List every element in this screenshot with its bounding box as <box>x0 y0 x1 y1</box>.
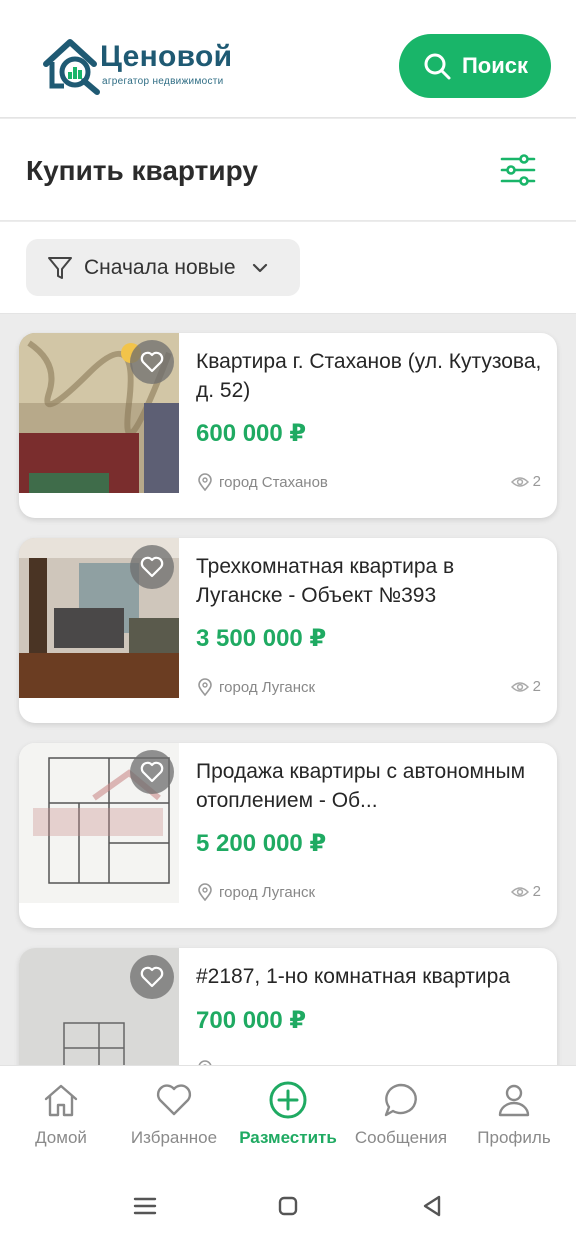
listing-location: город Луганск <box>197 883 315 901</box>
heart-icon <box>140 351 164 373</box>
logo[interactable]: Ценовой агрегатор недвижимости <box>42 34 262 96</box>
sort-dropdown[interactable]: Сначала новые <box>26 239 300 296</box>
listing-view-count: 2 <box>532 678 541 695</box>
favorite-button[interactable] <box>130 545 174 589</box>
favorite-button[interactable] <box>130 340 174 384</box>
listing-view-count: 2 <box>532 473 541 490</box>
listings-list: Квартира г. Стаханов (ул. Кутузова, д. 5… <box>0 315 576 1065</box>
heart-icon <box>140 761 164 783</box>
listing-price: 5 200 000 ₽ <box>196 830 327 857</box>
listing-views: 2 <box>510 883 541 900</box>
heart-icon <box>156 1084 192 1116</box>
listing-price: 3 500 000 ₽ <box>196 625 327 652</box>
back-nav-icon[interactable] <box>417 1191 447 1221</box>
listing-title[interactable]: Квартира г. Стаханов (ул. Кутузова, д. 5… <box>196 347 546 405</box>
listing-card[interactable]: Квартира г. Стаханов (ул. Кутузова, д. 5… <box>19 333 557 518</box>
chat-icon <box>384 1083 417 1117</box>
tab-profile[interactable]: Профиль <box>459 1080 569 1160</box>
location-pin-icon <box>198 678 212 696</box>
bottom-tab-bar: Домой Избранное Разместить Сообщения Про… <box>0 1065 576 1173</box>
sort-label: Сначала новые <box>84 255 236 279</box>
listing-title[interactable]: #2187, 1-но комнатная квартира <box>196 962 546 991</box>
eye-icon <box>510 681 529 692</box>
listing-title[interactable]: Трехкомнатная квартира в Луганске - Объе… <box>196 552 546 610</box>
tab-label: Избранное <box>130 1128 218 1147</box>
heart-icon <box>140 966 164 988</box>
filters-sliders-icon[interactable] <box>500 153 536 187</box>
logo-subtitle: агрегатор недвижимости <box>102 76 224 87</box>
listing-location: город Луганск <box>197 678 315 696</box>
eye-icon <box>510 476 529 487</box>
logo-house-icon <box>43 39 100 95</box>
favorite-button[interactable] <box>130 750 174 794</box>
search-button-label: Поиск <box>461 53 529 78</box>
listing-city: город Луганск <box>219 883 316 901</box>
tab-messages[interactable]: Сообщения <box>346 1080 456 1160</box>
recent-apps-icon[interactable] <box>130 1191 160 1221</box>
listing-view-count: 2 <box>532 883 541 900</box>
location-pin-icon <box>198 883 212 901</box>
heart-icon <box>140 556 164 578</box>
home-nav-icon[interactable] <box>273 1191 303 1221</box>
favorite-button[interactable] <box>130 955 174 999</box>
listing-city: город Стаханов <box>219 473 328 491</box>
tab-post[interactable]: Разместить <box>233 1080 343 1160</box>
listing-card[interactable]: Продажа квартиры с автономным отоплением… <box>19 743 557 928</box>
listing-location: город Стаханов <box>197 473 328 491</box>
filter-funnel-icon <box>48 256 72 279</box>
page-title: Купить квартиру <box>26 155 258 186</box>
sort-bar: Сначала новые <box>0 222 576 314</box>
search-icon <box>424 53 451 80</box>
tab-favorites[interactable]: Избранное <box>119 1080 229 1160</box>
listing-card[interactable]: #2187, 1-но комнатная квартира 700 000 ₽ <box>19 948 557 1065</box>
location-pin-icon <box>198 473 212 491</box>
listing-views: 2 <box>510 473 541 490</box>
page-title-bar: Купить квартиру <box>0 119 576 221</box>
tab-home[interactable]: Домой <box>6 1080 116 1160</box>
system-navigation-bar <box>0 1173 576 1241</box>
plus-circle-icon <box>269 1081 307 1119</box>
listing-views: 2 <box>510 678 541 695</box>
search-button[interactable]: Поиск <box>399 34 551 98</box>
home-icon <box>44 1084 78 1117</box>
tab-label: Домой <box>35 1128 87 1147</box>
tab-label: Сообщения <box>354 1128 448 1147</box>
tab-label: Разместить <box>239 1128 337 1147</box>
listing-city: город Луганск <box>219 678 316 696</box>
logo-title: Ценовой <box>100 40 233 73</box>
app-header: Ценовой агрегатор недвижимости Поиск <box>0 0 576 118</box>
listing-title[interactable]: Продажа квартиры с автономным отоплением… <box>196 757 546 815</box>
listing-price: 700 000 ₽ <box>196 1007 307 1034</box>
user-icon <box>498 1084 530 1117</box>
listing-price: 600 000 ₽ <box>196 420 307 447</box>
tab-label: Профиль <box>477 1128 551 1147</box>
eye-icon <box>510 886 529 897</box>
listing-card[interactable]: Трехкомнатная квартира в Луганске - Объе… <box>19 538 557 723</box>
chevron-down-icon <box>252 263 267 272</box>
